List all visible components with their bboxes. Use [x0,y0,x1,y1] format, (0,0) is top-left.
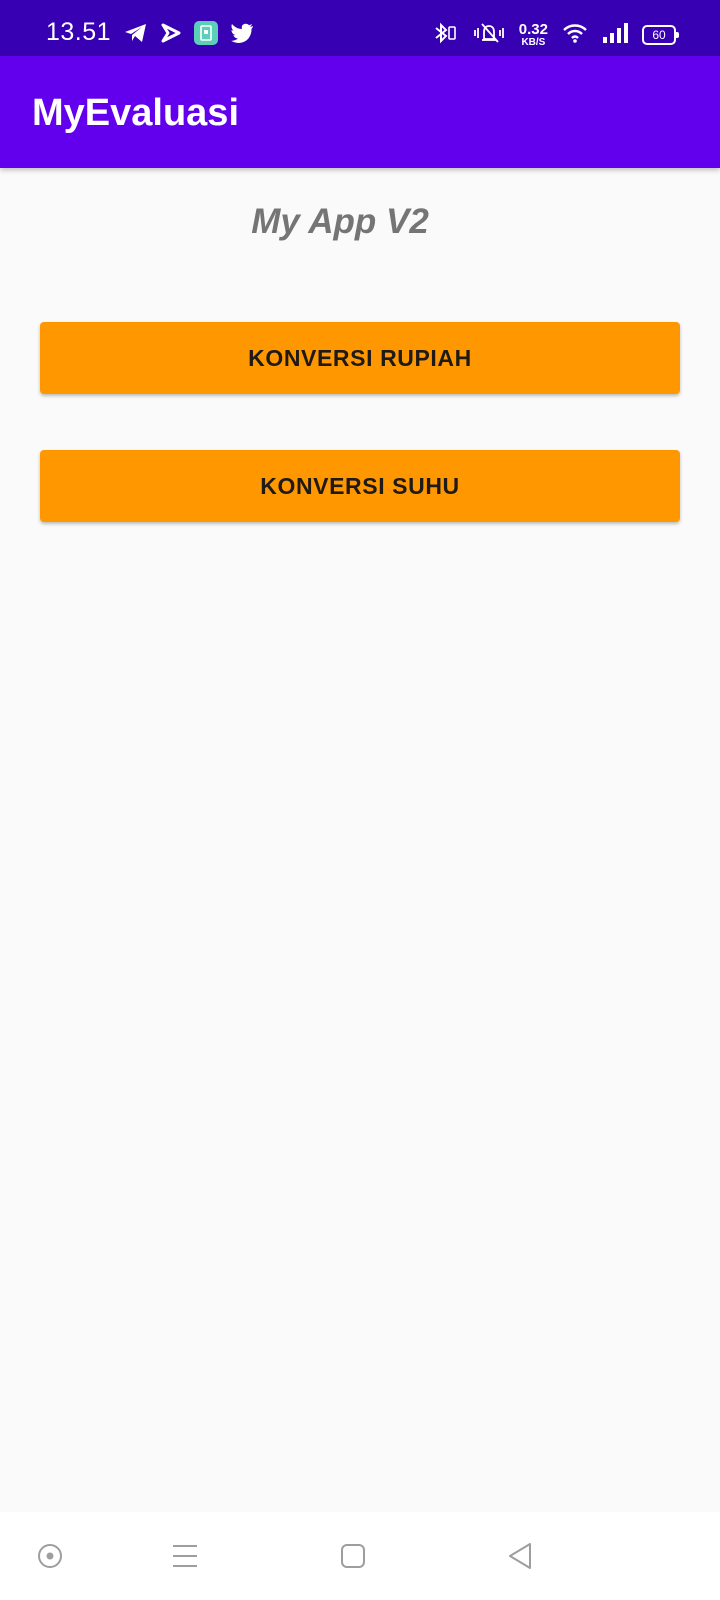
status-time: 13.51 [46,18,112,46]
battery-icon: 60 [642,25,679,45]
vibrate-silent-icon [473,21,505,50]
back-icon[interactable] [500,1536,540,1576]
wifi-icon [562,22,588,49]
bluetooth-icon [433,21,459,50]
notification-icons [124,20,254,50]
signal-icon [602,22,628,49]
network-speed-value: 0.32 [518,21,548,38]
system-icons: 0.32 KB/S 60 [433,20,679,50]
status-bar: 13.51 0.32 KB/S 60 [0,0,720,56]
konversi-rupiah-button[interactable]: KONVERSI RUPIAH [40,322,680,394]
twitter-icon [230,23,254,48]
network-speed-unit: KB/S [521,37,546,48]
menu-icon[interactable] [165,1536,205,1576]
navigation-bar [0,1512,720,1600]
app-bar: MyEvaluasi [0,56,720,168]
page-subtitle: My App V2 [251,202,429,241]
assistant-icon[interactable] [30,1536,70,1576]
network-speed: 0.32 KB/S [519,22,548,48]
konversi-suhu-button[interactable]: KONVERSI SUHU [40,450,680,522]
app-notification-icon [194,20,218,50]
home-icon[interactable] [333,1536,373,1576]
navigation-app-icon [160,22,182,49]
telegram-icon [124,22,148,49]
app-title: MyEvaluasi [32,92,239,134]
